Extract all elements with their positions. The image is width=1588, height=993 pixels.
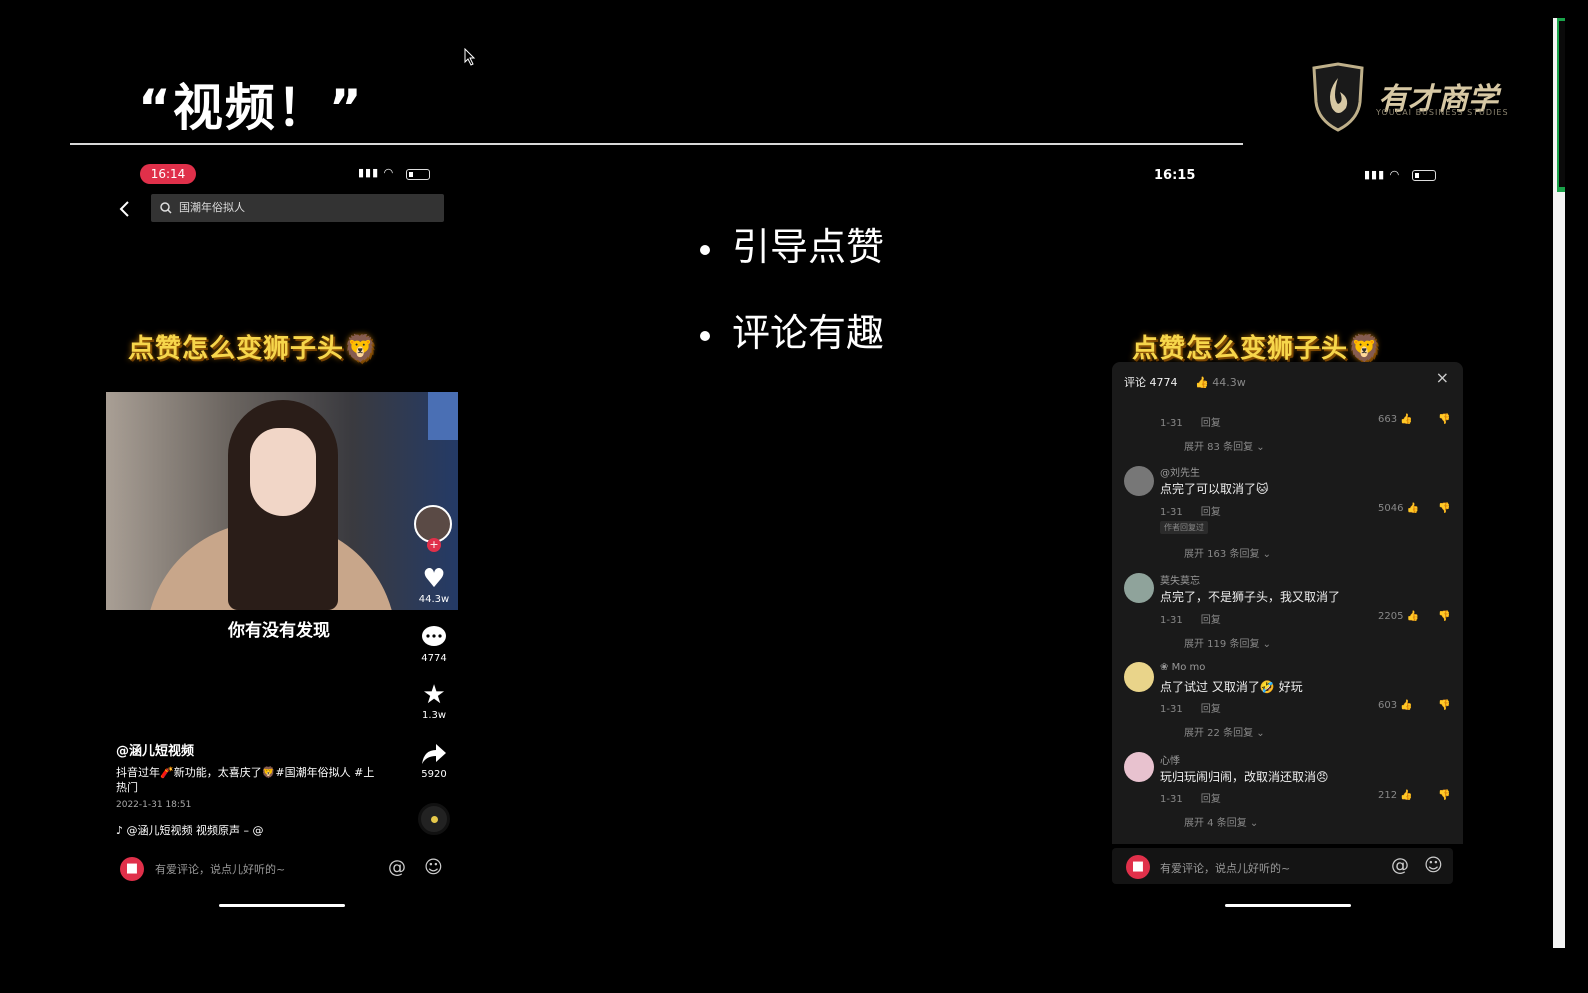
dislike-icon[interactable]: 👎 bbox=[1438, 414, 1450, 425]
comment-text: 玩归玩闹归闹，改取消还取消😠 bbox=[1160, 770, 1329, 784]
expand-replies[interactable]: 展开 119 条回复 ⌄ bbox=[1184, 635, 1271, 650]
commenter-name[interactable]: @刘先生 bbox=[1160, 464, 1200, 479]
comment-text: 点完了，不是狮子头，我又取消了 bbox=[1160, 590, 1341, 604]
search-text: 国潮年俗拟人 bbox=[179, 201, 245, 214]
comment-like[interactable]: 603 👍 bbox=[1378, 700, 1413, 711]
comment-meta: 1-31 回复 bbox=[1160, 418, 1221, 429]
commenter-name[interactable]: 莫失莫忘 bbox=[1160, 572, 1200, 587]
panel-like-count: 👍 44.3w bbox=[1195, 376, 1246, 389]
follow-plus-icon[interactable]: + bbox=[427, 538, 441, 552]
video-caption: 你有没有发现 bbox=[228, 621, 330, 641]
comment-count: 4774 bbox=[421, 653, 447, 664]
expand-replies[interactable]: 展开 163 条回复 ⌄ bbox=[1184, 545, 1271, 560]
music-info[interactable]: ♪ @涵儿短视频 视频原声 – @ bbox=[116, 822, 264, 838]
share-count: 5920 bbox=[421, 769, 447, 780]
share-arrow-icon bbox=[422, 744, 446, 764]
commenter-name[interactable]: 心悸 bbox=[1160, 752, 1180, 767]
status-time: 16:14 bbox=[140, 164, 196, 184]
comment-like[interactable]: 2205 👍 bbox=[1378, 611, 1419, 622]
home-indicator bbox=[1225, 904, 1351, 907]
camera-icon[interactable]: ■ bbox=[1126, 855, 1150, 879]
post-date: 2022-1-31 18:51 bbox=[116, 800, 192, 810]
star-icon: ★ bbox=[422, 680, 446, 710]
favorite-count: 1.3w bbox=[421, 710, 447, 721]
comments-panel: 评论 4774 👍 44.3w × 1-31 回复 663 👍 👎 展开 83 条… bbox=[1112, 362, 1463, 844]
title-divider bbox=[70, 143, 1243, 145]
video-frame[interactable] bbox=[106, 392, 458, 610]
comments-count: 评论 4774 bbox=[1124, 376, 1178, 389]
comment-text: 点了试过 又取消了🤣 好玩 bbox=[1160, 680, 1303, 694]
expand-replies[interactable]: 展开 83 条回复 ⌄ bbox=[1184, 438, 1265, 453]
battery-icon bbox=[1412, 170, 1436, 181]
flame-shield-icon bbox=[1312, 62, 1364, 132]
video-description: 抖音过年🧨新功能，太喜庆了🦁#国潮年俗拟人 #上热门 bbox=[116, 766, 375, 794]
brand-subtitle: YOUCAI BUSINESS STUDIES bbox=[1376, 108, 1509, 117]
comment-meta: 1-31 回复 bbox=[1160, 794, 1221, 805]
signal-wifi-icon: ▮▮▮ ◠ bbox=[1364, 168, 1401, 181]
tiktok-note-icon: ♪ bbox=[116, 824, 127, 837]
mouse-cursor-icon bbox=[464, 48, 476, 66]
comment-bubble-icon bbox=[422, 626, 446, 646]
bullet-item: 引导点赞 bbox=[700, 216, 884, 271]
heart-icon: ♥ bbox=[422, 564, 446, 594]
comments-header: 评论 4774 👍 44.3w bbox=[1124, 374, 1246, 390]
expand-replies[interactable]: 展开 22 条回复 ⌄ bbox=[1184, 724, 1265, 739]
dislike-icon[interactable]: 👎 bbox=[1438, 790, 1450, 801]
author-name[interactable]: @涵儿短视频 bbox=[116, 740, 194, 759]
author-replied-badge: 作者回复过 bbox=[1160, 521, 1208, 534]
at-mention-icon[interactable]: @ bbox=[388, 857, 406, 878]
search-icon bbox=[160, 202, 172, 214]
comment-like[interactable]: 5046 👍 bbox=[1378, 503, 1419, 514]
comment-meta: 1-31 回复 bbox=[1160, 615, 1221, 626]
at-mention-icon[interactable]: @ bbox=[1391, 855, 1409, 876]
bullet-item: 评论有趣 bbox=[700, 302, 884, 357]
music-disc[interactable] bbox=[418, 803, 450, 835]
slide-title: “视频！” bbox=[138, 79, 364, 137]
commenter-name[interactable]: ❀ Mo mo bbox=[1160, 662, 1205, 673]
video-title-overlay: 点赞怎么变狮子头🦁 bbox=[1132, 334, 1382, 364]
emoji-icon[interactable]: ☺ bbox=[424, 857, 443, 878]
close-icon[interactable]: × bbox=[1436, 368, 1449, 387]
back-chevron-icon[interactable] bbox=[118, 200, 132, 218]
status-time: 16:15 bbox=[1154, 168, 1196, 183]
commenter-avatar[interactable] bbox=[1124, 466, 1154, 496]
comment-like[interactable]: 212 👍 bbox=[1378, 790, 1413, 801]
dislike-icon[interactable]: 👎 bbox=[1438, 700, 1450, 711]
favorite-button[interactable]: ★ 1.3w bbox=[414, 680, 454, 721]
like-button[interactable]: ♥ 44.3w bbox=[414, 564, 454, 605]
video-title-overlay: 点赞怎么变狮子头🦁 bbox=[128, 334, 378, 364]
comment-text: 点完了可以取消了🐱 bbox=[1160, 482, 1269, 496]
comment-button[interactable]: 4774 bbox=[414, 624, 454, 664]
commenter-avatar[interactable] bbox=[1124, 752, 1154, 782]
dislike-icon[interactable]: 👎 bbox=[1438, 611, 1450, 622]
commenter-avatar[interactable] bbox=[1124, 573, 1154, 603]
side-panel-edge bbox=[1553, 18, 1565, 948]
comment-meta: 1-31 回复 bbox=[1160, 704, 1221, 715]
share-button[interactable]: 5920 bbox=[414, 742, 454, 780]
like-count: 44.3w bbox=[418, 594, 450, 605]
battery-icon bbox=[406, 169, 430, 180]
camera-icon[interactable]: ■ bbox=[120, 857, 144, 881]
comment-meta: 1-31 回复 bbox=[1160, 507, 1221, 518]
expand-replies[interactable]: 展开 4 条回复 ⌄ bbox=[1184, 814, 1258, 829]
home-indicator bbox=[219, 904, 345, 907]
comment-input[interactable]: 有爱评论，说点儿好听的~ bbox=[155, 861, 285, 877]
search-input[interactable]: 国潮年俗拟人 bbox=[151, 194, 444, 222]
comment-input[interactable]: 有爱评论，说点儿好听的~ bbox=[1160, 860, 1290, 876]
comment-like[interactable]: 663 👍 bbox=[1378, 414, 1413, 425]
emoji-icon[interactable]: ☺ bbox=[1424, 855, 1443, 876]
commenter-avatar[interactable] bbox=[1124, 662, 1154, 692]
signal-wifi-icon: ▮▮▮ ◠ bbox=[358, 166, 395, 179]
dislike-icon[interactable]: 👎 bbox=[1438, 503, 1450, 514]
